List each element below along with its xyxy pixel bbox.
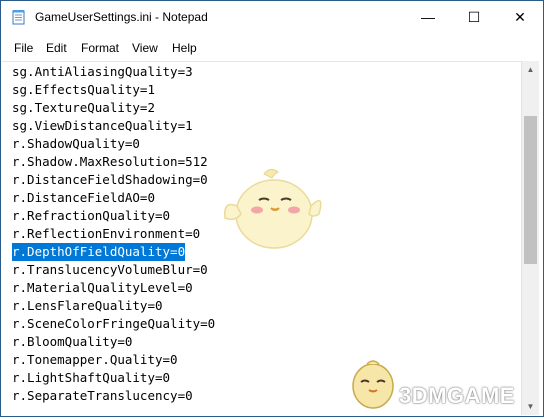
scroll-thumb[interactable] bbox=[524, 116, 537, 264]
minimize-icon: — bbox=[421, 9, 435, 25]
text-line: r.BloomQuality=0 bbox=[12, 334, 133, 349]
chevron-down-icon: ▼ bbox=[526, 402, 535, 411]
text-line: r.LensFlareQuality=0 bbox=[12, 298, 163, 313]
text-line: r.LightShaftQuality=0 bbox=[12, 370, 171, 385]
text-line: r.Shadow.MaxResolution=512 bbox=[12, 154, 208, 169]
watermark-text: 3DMGAME bbox=[399, 383, 515, 408]
menu-format[interactable]: Format bbox=[81, 41, 119, 55]
menu-view[interactable]: View bbox=[132, 41, 158, 55]
mascot-chick-icon bbox=[219, 166, 329, 261]
menu-file[interactable]: File bbox=[14, 41, 33, 55]
notepad-icon bbox=[11, 9, 27, 25]
text-line: r.DistanceFieldShadowing=0 bbox=[12, 172, 208, 187]
scroll-up-button[interactable]: ▲ bbox=[522, 61, 539, 78]
close-button[interactable]: ✕ bbox=[497, 1, 543, 33]
text-line: r.ShadowQuality=0 bbox=[12, 136, 140, 151]
close-icon: ✕ bbox=[514, 8, 526, 25]
text-line: sg.AntiAliasingQuality=3 bbox=[12, 64, 193, 79]
text-line: r.ReflectionEnvironment=0 bbox=[12, 226, 201, 241]
maximize-button[interactable]: ☐ bbox=[451, 1, 497, 33]
maximize-icon: ☐ bbox=[467, 8, 481, 25]
menu-help[interactable]: Help bbox=[172, 41, 197, 55]
text-line: r.SceneColorFringeQuality=0 bbox=[12, 316, 216, 331]
text-line: r.RefractionQuality=0 bbox=[12, 208, 171, 223]
window-title: GameUserSettings.ini - Notepad bbox=[35, 10, 208, 24]
title-bar[interactable]: GameUserSettings.ini - Notepad — ☐ ✕ bbox=[1, 1, 543, 33]
text-line: r.DistanceFieldAO=0 bbox=[12, 190, 155, 205]
chevron-up-icon: ▲ bbox=[526, 65, 535, 74]
text-line: sg.EffectsQuality=1 bbox=[12, 82, 155, 97]
menu-bar: File Edit Format View Help bbox=[1, 39, 543, 59]
menu-edit[interactable]: Edit bbox=[46, 41, 67, 55]
text-line: sg.TextureQuality=2 bbox=[12, 100, 155, 115]
watermark-logo-icon bbox=[347, 356, 399, 417]
minimize-button[interactable]: — bbox=[405, 1, 451, 33]
text-line: r.SeparateTranslucency=0 bbox=[12, 388, 193, 403]
text-line: r.MaterialQualityLevel=0 bbox=[12, 280, 193, 295]
text-line: r.Tonemapper.Quality=0 bbox=[12, 352, 178, 367]
notepad-window: GameUserSettings.ini - Notepad — ☐ ✕ Fil… bbox=[0, 0, 544, 417]
text-line-selected: r.DepthOfFieldQuality=0 bbox=[12, 243, 186, 261]
vertical-scrollbar[interactable]: ▲ ▼ bbox=[521, 61, 539, 415]
text-line: r.TranslucencyVolumeBlur=0 bbox=[12, 262, 208, 277]
text-line: sg.ViewDistanceQuality=1 bbox=[12, 118, 193, 133]
scroll-down-button[interactable]: ▼ bbox=[522, 398, 539, 415]
